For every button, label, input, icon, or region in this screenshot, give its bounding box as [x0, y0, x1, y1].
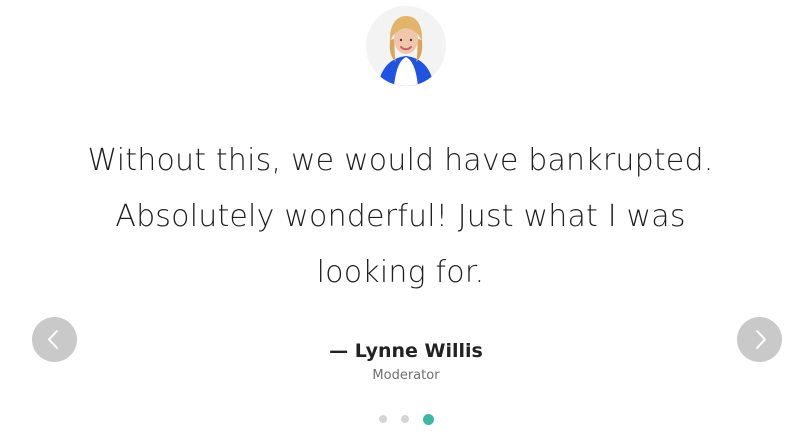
- carousel-pagination: [379, 413, 434, 425]
- previous-slide-button[interactable]: [32, 317, 77, 362]
- carousel-dot[interactable]: [401, 415, 409, 423]
- next-slide-button[interactable]: [737, 317, 782, 362]
- testimonial-author: — Lynne Willis: [329, 340, 483, 362]
- testimonial-quote: Without this, we would have bankrupted. …: [87, 143, 714, 290]
- testimonial-role: Moderator: [372, 368, 440, 383]
- chevron-left-icon: [48, 330, 58, 349]
- carousel-dot-active[interactable]: [423, 413, 434, 425]
- chevron-right-icon: [756, 330, 766, 349]
- carousel-dot[interactable]: [379, 415, 387, 423]
- avatar: [366, 6, 446, 86]
